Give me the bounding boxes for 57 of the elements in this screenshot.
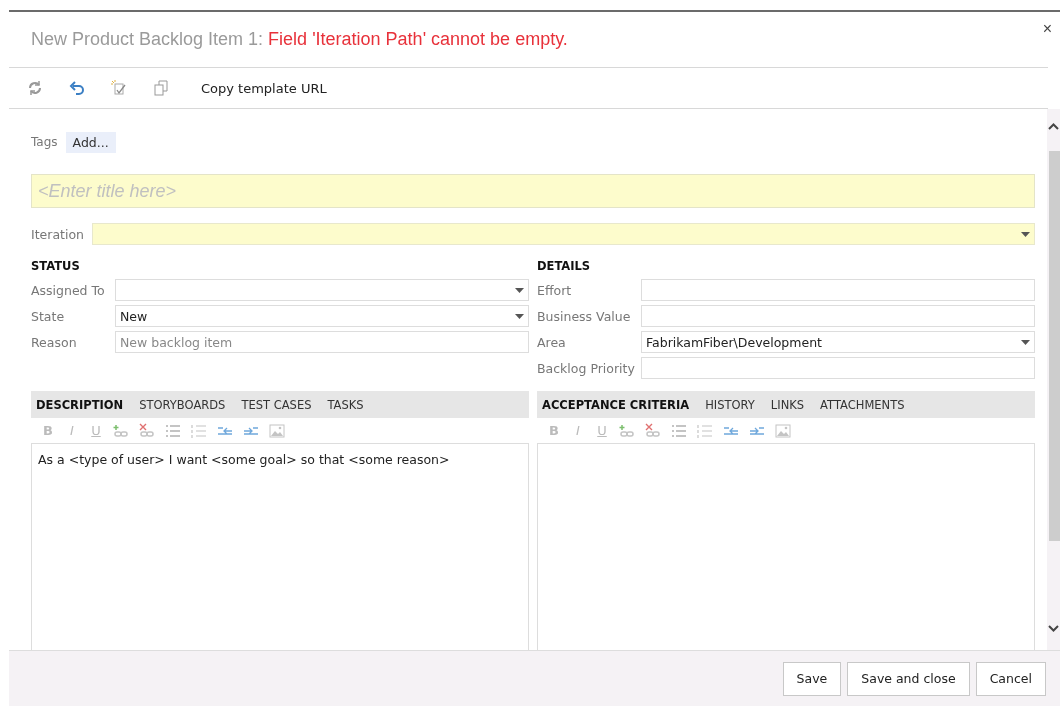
bullet-list-icon[interactable]	[165, 422, 181, 439]
dropdown-arrow-icon	[515, 313, 524, 319]
field-label: Iteration	[31, 226, 85, 242]
tab[interactable]: TEST CASES	[241, 397, 320, 412]
tab[interactable]: ATTACHMENTS	[820, 397, 913, 412]
dropdown-field[interactable]	[92, 223, 1035, 245]
input-field[interactable]	[641, 305, 1035, 327]
input-field[interactable]	[641, 357, 1035, 379]
dialog-button[interactable]: Save	[782, 661, 842, 696]
input-field[interactable]	[641, 279, 1035, 301]
image-icon[interactable]	[269, 422, 285, 439]
field-label: Assigned To	[31, 282, 106, 298]
tab[interactable]: HISTORY	[705, 397, 763, 412]
title-field[interactable]: <Enter title here>	[31, 174, 1035, 208]
dropdown-field[interactable]: New	[115, 305, 529, 327]
scrollbar-thumb[interactable]	[1049, 151, 1060, 541]
scroll-up-icon[interactable]	[1048, 123, 1059, 130]
field-label: Effort	[537, 282, 573, 298]
template-check-icon[interactable]	[111, 80, 127, 96]
numbered-list-icon[interactable]	[697, 422, 713, 439]
dialog-title: New Product Backlog Item 1:	[31, 29, 264, 50]
error-message: Field 'Iteration Path' cannot be empty.	[268, 29, 568, 50]
field-label: Backlog Priority	[537, 360, 636, 376]
refresh-icon[interactable]	[27, 80, 43, 96]
tags-label: Tags	[31, 135, 58, 149]
close-button[interactable]: ×	[1040, 20, 1054, 38]
dialog-button[interactable]: Save and close	[847, 661, 970, 696]
remove-link-icon[interactable]	[139, 422, 155, 439]
numbered-list-icon[interactable]	[191, 422, 207, 439]
input-field[interactable]: New backlog item	[115, 331, 529, 353]
add-link-icon[interactable]	[619, 422, 635, 439]
dialog-button[interactable]: Cancel	[975, 661, 1046, 696]
field-label: Business Value	[537, 308, 632, 324]
tab[interactable]: STORYBOARDS	[139, 397, 234, 412]
copy-icon[interactable]	[153, 80, 169, 96]
dropdown-arrow-icon	[515, 287, 524, 293]
bullet-list-icon[interactable]	[671, 422, 687, 439]
section-heading: STATUS	[31, 259, 81, 275]
tab[interactable]: TASKS	[327, 397, 372, 412]
tab[interactable]: ACCEPTANCE CRITERIA	[542, 397, 698, 412]
section-heading: DETAILS	[537, 259, 592, 275]
field-label: Area	[537, 334, 567, 350]
add-tag-button[interactable]: Add...	[65, 131, 116, 153]
dropdown-field[interactable]: FabrikamFiber\Development	[641, 331, 1035, 353]
scroll-down-icon[interactable]	[1048, 625, 1059, 632]
field-label: State	[31, 308, 66, 324]
image-icon[interactable]	[775, 422, 791, 439]
dropdown-field[interactable]	[115, 279, 529, 301]
copy-template-url-button[interactable]: Copy template URL	[201, 80, 327, 96]
field-label: Reason	[31, 334, 78, 350]
dropdown-arrow-icon	[1021, 231, 1030, 237]
remove-link-icon[interactable]	[645, 422, 661, 439]
add-link-icon[interactable]	[113, 422, 129, 439]
dropdown-arrow-icon	[1021, 339, 1030, 345]
tab[interactable]: DESCRIPTION	[36, 397, 132, 412]
tab[interactable]: LINKS	[770, 397, 813, 412]
undo-icon[interactable]	[69, 80, 85, 96]
